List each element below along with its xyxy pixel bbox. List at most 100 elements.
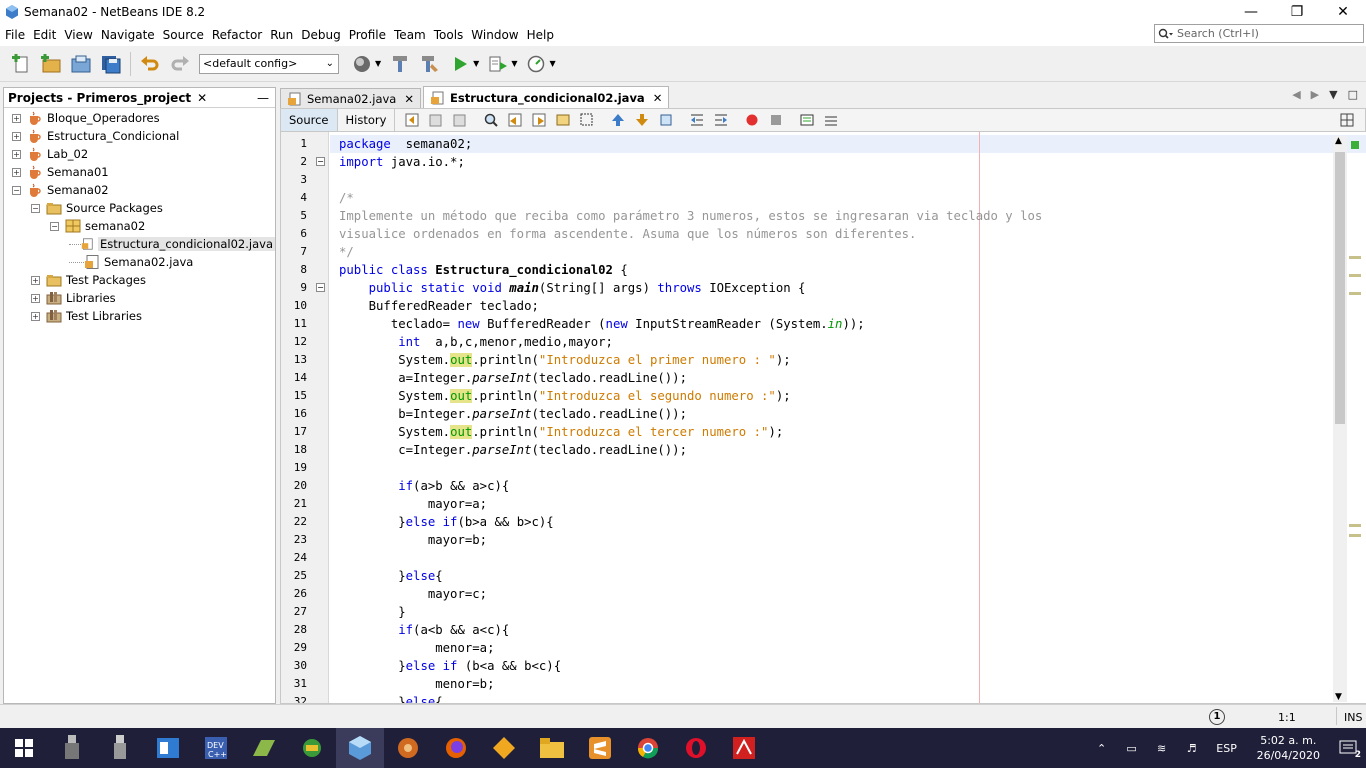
file-explorer-icon[interactable] <box>528 728 576 768</box>
forward-icon[interactable] <box>451 112 469 128</box>
code-line[interactable]: b=Integer.parseInt(teclado.readLine()); <box>339 405 1042 423</box>
maximize-window-icon[interactable]: □ <box>1348 88 1358 101</box>
expand-icon[interactable]: + <box>31 293 40 303</box>
code-line[interactable] <box>339 171 1042 189</box>
opera-icon[interactable] <box>672 728 720 768</box>
history-mode-button[interactable]: History <box>338 109 396 131</box>
code-line[interactable]: package semana02; <box>339 135 1042 153</box>
expand-icon[interactable]: + <box>31 311 40 321</box>
usb-drive-icon[interactable] <box>48 728 96 768</box>
code-editor[interactable]: 1 2−3 4 5 6 7 8 9−10 11 12 13 14 15 16 17 18 19 20 21 22 23 2… <box>280 132 1366 704</box>
previous-bookmark-icon[interactable] <box>609 112 627 128</box>
new-project-icon[interactable] <box>38 51 64 77</box>
code-line[interactable]: }else if(b>a && b>c){ <box>339 513 1042 531</box>
code-line[interactable]: }else{ <box>339 693 1042 703</box>
shift-right-icon[interactable] <box>712 112 730 128</box>
code-line[interactable]: mayor=a; <box>339 495 1042 513</box>
code-line[interactable]: }else if (b<a && b<c){ <box>339 657 1042 675</box>
tree-item[interactable]: − semana02 <box>4 217 275 235</box>
toggle-highlight-icon[interactable] <box>554 112 572 128</box>
code-line[interactable]: mayor=c; <box>339 585 1042 603</box>
code-line[interactable]: */ <box>339 243 1042 261</box>
tree-item[interactable]: − Semana02 <box>4 181 275 199</box>
globe-icon[interactable] <box>349 51 375 77</box>
code-line[interactable]: if(a<b && a<c){ <box>339 621 1042 639</box>
tab-estructura-condicional02[interactable]: Estructura_condicional02.java ✕ <box>423 86 670 108</box>
windows-start-icon[interactable] <box>0 728 48 768</box>
tree-item[interactable]: + Bloque_Operadores <box>4 109 275 127</box>
scroll-down-icon[interactable]: ▼ <box>1335 692 1342 702</box>
code-line[interactable]: int a,b,c,menor,medio,mayor; <box>339 333 1042 351</box>
code-line[interactable]: public static void main(String[] args) t… <box>339 279 1042 297</box>
start-macro-recording-icon[interactable] <box>743 112 761 128</box>
sublime-text-icon[interactable] <box>576 728 624 768</box>
collapse-icon[interactable]: − <box>316 157 325 166</box>
expand-icon[interactable]: + <box>12 167 21 177</box>
menu-view[interactable]: View <box>60 24 96 46</box>
volume-icon[interactable]: ♬ <box>1177 742 1207 755</box>
collapse-icon[interactable]: − <box>50 221 59 231</box>
code-line[interactable]: } <box>339 603 1042 621</box>
annotation-mark[interactable] <box>1349 534 1361 537</box>
collapse-icon[interactable]: − <box>31 203 40 213</box>
new-file-icon[interactable] <box>8 51 34 77</box>
code-line[interactable]: System.out.println("Introduzca el segund… <box>339 387 1042 405</box>
tree-item[interactable]: Semana02.java <box>4 253 275 271</box>
back-icon[interactable] <box>427 112 445 128</box>
usb-stick-icon[interactable] <box>96 728 144 768</box>
tree-item[interactable]: + Semana01 <box>4 163 275 181</box>
action-center-icon[interactable]: 2 <box>1330 728 1366 768</box>
find-icon[interactable] <box>482 112 500 128</box>
open-project-icon[interactable] <box>68 51 94 77</box>
menu-profile[interactable]: Profile <box>345 24 390 46</box>
code-line[interactable]: /* <box>339 189 1042 207</box>
split-editor-icon[interactable] <box>1338 112 1356 128</box>
code-line[interactable]: import java.io.*; <box>339 153 1042 171</box>
code-line[interactable]: System.out.println("Introduzca el tercer… <box>339 423 1042 441</box>
code-line[interactable]: menor=a; <box>339 639 1042 657</box>
acrobat-reader-icon[interactable] <box>720 728 768 768</box>
menu-refactor[interactable]: Refactor <box>208 24 266 46</box>
profile-dropdown-icon[interactable]: ▼ <box>549 59 555 68</box>
close-icon[interactable]: ✕ <box>404 92 414 106</box>
menu-file[interactable]: File <box>0 24 29 46</box>
tree-item[interactable]: + Estructura_Condicional <box>4 127 275 145</box>
battery-icon[interactable]: ▭ <box>1117 742 1147 755</box>
code-line[interactable]: if(a>b && a>c){ <box>339 477 1042 495</box>
search-input[interactable]: Search (Ctrl+I) <box>1154 24 1364 43</box>
chrome-icon[interactable] <box>624 728 672 768</box>
minimize-panel-icon[interactable]: — <box>257 91 269 105</box>
outlook-icon[interactable] <box>144 728 192 768</box>
uncomment-icon[interactable] <box>822 112 840 128</box>
globe-dropdown-icon[interactable]: ▼ <box>375 59 381 68</box>
stop-macro-recording-icon[interactable] <box>767 112 785 128</box>
code-text[interactable]: package semana02; import java.io.*; /* Imp… <box>339 135 1042 703</box>
run-dropdown-icon[interactable]: ▼ <box>473 59 479 68</box>
next-bookmark-icon[interactable] <box>633 112 651 128</box>
language-indicator[interactable]: ESP <box>1207 742 1247 755</box>
clean-build-icon[interactable] <box>417 51 443 77</box>
code-line[interactable]: System.out.println("Introduzca el primer… <box>339 351 1042 369</box>
expand-icon[interactable]: + <box>12 149 21 159</box>
find-next-icon[interactable] <box>530 112 548 128</box>
scroll-up-icon[interactable]: ▲ <box>1335 136 1342 146</box>
menu-source[interactable]: Source <box>159 24 208 46</box>
menu-debug[interactable]: Debug <box>297 24 344 46</box>
menu-tools[interactable]: Tools <box>430 24 468 46</box>
debug-dropdown-icon[interactable]: ▼ <box>511 59 517 68</box>
menu-help[interactable]: Help <box>523 24 558 46</box>
code-line[interactable]: Implemente un método que reciba como par… <box>339 207 1042 225</box>
code-line[interactable]: visualice ordenados en forma ascendente.… <box>339 225 1042 243</box>
undo-icon[interactable] <box>137 51 163 77</box>
code-line[interactable]: menor=b; <box>339 675 1042 693</box>
profile-icon[interactable] <box>523 51 549 77</box>
tree-item[interactable]: + Libraries <box>4 289 275 307</box>
code-line[interactable]: c=Integer.parseInt(teclado.readLine()); <box>339 441 1042 459</box>
tree-item[interactable]: − Source Packages <box>4 199 275 217</box>
clock[interactable]: 5:02 a. m. 26/04/2020 <box>1247 733 1330 763</box>
save-all-icon[interactable] <box>98 51 124 77</box>
run-icon[interactable] <box>447 51 473 77</box>
netbeans-taskbar-icon[interactable] <box>336 728 384 768</box>
code-line[interactable] <box>339 549 1042 567</box>
notifications-icon[interactable]: 1 <box>1209 709 1225 725</box>
